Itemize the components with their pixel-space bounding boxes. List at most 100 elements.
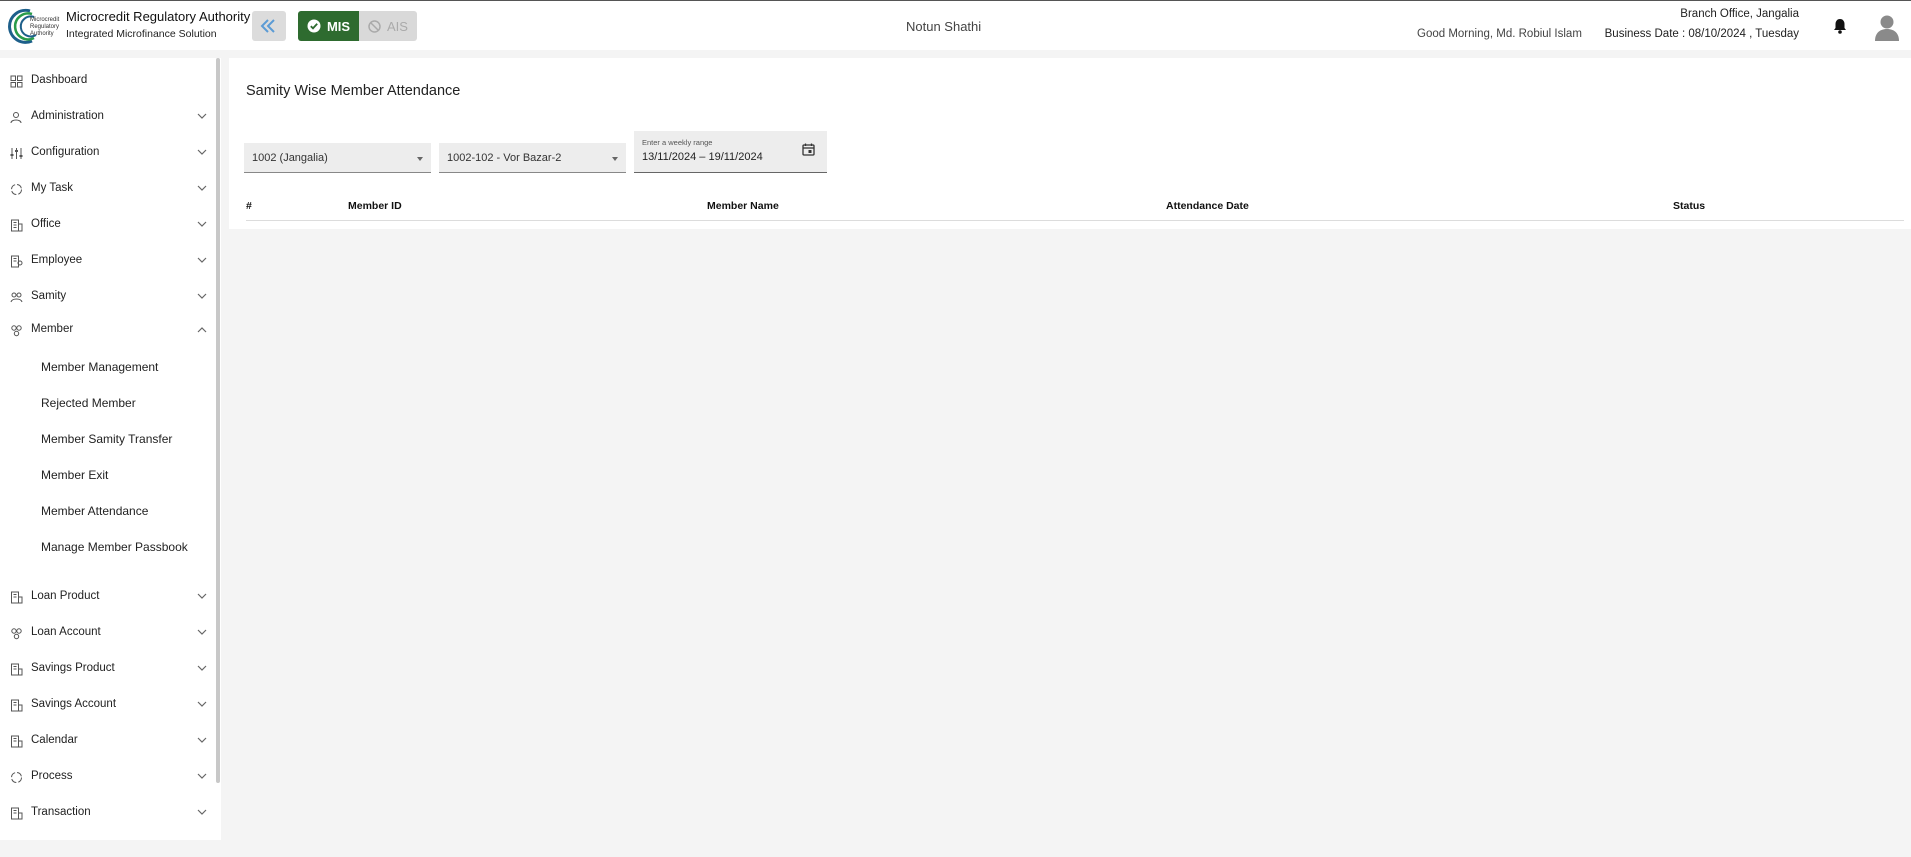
greeting-text: Good Morning, Md. Robiul Islam: [1417, 28, 1582, 40]
sidebar-label: Dashboard: [31, 74, 88, 86]
sidebar: Dashboard Administration Configuration M…: [0, 58, 221, 840]
sidebar-subitem-member-attendance[interactable]: Member Attendance: [41, 504, 148, 518]
sidebar-label: Process: [31, 770, 73, 782]
org-subtitle: Integrated Microfinance Solution: [66, 28, 217, 40]
sidebar-subitem-member-management[interactable]: Member Management: [41, 360, 158, 374]
sidebar-label: Loan Account: [31, 626, 101, 638]
savings-account-icon: [11, 699, 23, 712]
sidebar-label: Savings Product: [31, 662, 115, 674]
chevron-down-icon: [197, 149, 207, 155]
chevron-down-icon: [197, 257, 207, 263]
notifications-button[interactable]: [1833, 18, 1847, 39]
sidebar-item-samity[interactable]: Samity: [0, 282, 214, 312]
sidebar-label: Samity: [31, 290, 67, 302]
sidebar-label: Loan Product: [31, 590, 100, 602]
brand: Microcredit Regulatory Authority Microcr…: [8, 5, 250, 45]
sidebar-label: Configuration: [31, 146, 100, 158]
business-date: Business Date : 08/10/2024 , Tuesday: [1604, 28, 1799, 40]
sidebar-item-loan-product[interactable]: Loan Product: [0, 582, 214, 612]
sidebar-item-dashboard[interactable]: Dashboard: [0, 66, 214, 96]
ais-label: AIS: [387, 18, 408, 34]
sidebar-scrollbar[interactable]: [216, 58, 220, 783]
chevron-down-icon: [197, 701, 207, 707]
sidebar-label: My Task: [31, 182, 73, 194]
logo-line-2: Regulatory: [30, 24, 60, 30]
open-calendar-button[interactable]: [802, 143, 815, 161]
sidebar-item-savings-account[interactable]: Savings Account: [0, 690, 214, 720]
sidebar-subitem-rejected-member[interactable]: Rejected Member: [41, 396, 136, 410]
transaction-icon: [11, 807, 23, 820]
sidebar-subitem-member-samity-transfer[interactable]: Member Samity Transfer: [41, 432, 172, 446]
top-bar: Microcredit Regulatory Authority Microcr…: [0, 0, 1911, 50]
task-icon: [11, 184, 22, 195]
sidebar-item-administration[interactable]: Administration: [0, 102, 214, 132]
sidebar-item-employee[interactable]: Employee: [0, 246, 214, 276]
organization-title: Notun Shathi: [906, 19, 982, 34]
user-icon: [1875, 15, 1899, 41]
branch-office: Branch Office, Jangalia: [1680, 8, 1799, 20]
sidebar-label: Savings Account: [31, 698, 117, 710]
mis-mode-button[interactable]: MIS: [298, 11, 359, 41]
samity-icon: [10, 292, 23, 303]
date-range-value: 13/11/2024 – 19/11/2024: [642, 151, 763, 163]
sidebar-label: Member: [31, 323, 74, 335]
chevron-down-icon: [197, 737, 207, 743]
org-name: Microcredit Regulatory Authority: [66, 9, 251, 24]
sidebar-item-calendar[interactable]: Calendar: [0, 726, 214, 756]
date-range-label: Enter a weekly range: [642, 138, 713, 147]
sidebar-label: Administration: [31, 110, 104, 122]
sidebar-label: Office: [31, 218, 61, 230]
member-icon: [11, 325, 22, 337]
logo-line-1: Microcredit: [30, 17, 60, 23]
sidebar-item-member[interactable]: Member: [0, 315, 214, 345]
dashboard-icon: [10, 75, 23, 88]
weekly-range-picker[interactable]: Enter a weekly range 13/11/2024 – 19/11/…: [634, 131, 827, 173]
dropdown-caret-icon: [417, 157, 423, 161]
sidebar-item-office[interactable]: Office: [0, 210, 214, 240]
sidebar-label: Employee: [31, 254, 83, 266]
sidebar-label: Calendar: [31, 734, 78, 746]
office-select[interactable]: 1002 (Jangalia): [244, 143, 431, 173]
office-icon: [11, 219, 23, 232]
chevron-up-icon: [197, 327, 207, 333]
chevron-down-icon: [197, 773, 207, 779]
sidebar-item-transaction[interactable]: Transaction: [0, 798, 214, 828]
sidebar-item-my-task[interactable]: My Task: [0, 174, 214, 204]
collapse-sidebar-button[interactable]: [252, 11, 286, 41]
bell-icon: [1834, 19, 1846, 34]
dropdown-caret-icon: [612, 157, 618, 161]
sidebar-item-loan-account[interactable]: Loan Account: [0, 618, 214, 648]
user-avatar[interactable]: [1873, 13, 1901, 41]
samity-select-value: 1002-102 - Vor Bazar-2: [447, 152, 562, 164]
ais-mode-button[interactable]: AIS: [359, 11, 417, 41]
column-header-member-id: Member ID: [348, 200, 402, 212]
calendar-icon: [802, 143, 815, 156]
column-header-index: #: [246, 200, 252, 212]
logo-line-3: Authority: [30, 31, 54, 37]
loan-account-icon: [11, 628, 22, 640]
chevron-down-icon: [197, 665, 207, 671]
sidebar-item-savings-product[interactable]: Savings Product: [0, 654, 214, 684]
chevron-down-icon: [197, 185, 207, 191]
sidebar-subitem-member-exit[interactable]: Member Exit: [41, 468, 108, 482]
employee-icon: [11, 255, 23, 268]
sidebar-item-process[interactable]: Process: [0, 762, 214, 792]
calendar-icon: [11, 735, 23, 748]
table-header-divider: [246, 220, 1904, 221]
module-switch: MIS AIS: [298, 11, 417, 41]
chevron-down-icon: [197, 293, 207, 299]
main-panel: Samity Wise Member Attendance 1002 (Jang…: [229, 58, 1911, 229]
samity-select[interactable]: 1002-102 - Vor Bazar-2: [439, 143, 626, 173]
sidebar-subitem-manage-member-passbook[interactable]: Manage Member Passbook: [41, 540, 188, 554]
office-select-value: 1002 (Jangalia): [252, 152, 328, 164]
admin-icon: [10, 112, 22, 124]
column-header-member-name: Member Name: [707, 200, 779, 212]
page-title: Samity Wise Member Attendance: [246, 83, 461, 99]
mis-label: MIS: [326, 18, 351, 34]
sidebar-item-configuration[interactable]: Configuration: [0, 138, 214, 168]
column-header-attendance-date: Attendance Date: [1166, 200, 1249, 212]
sliders-icon: [10, 148, 23, 159]
column-header-status: Status: [1673, 200, 1706, 212]
mra-logo: Microcredit Regulatory Authority: [8, 5, 62, 45]
block-icon: [368, 19, 381, 33]
